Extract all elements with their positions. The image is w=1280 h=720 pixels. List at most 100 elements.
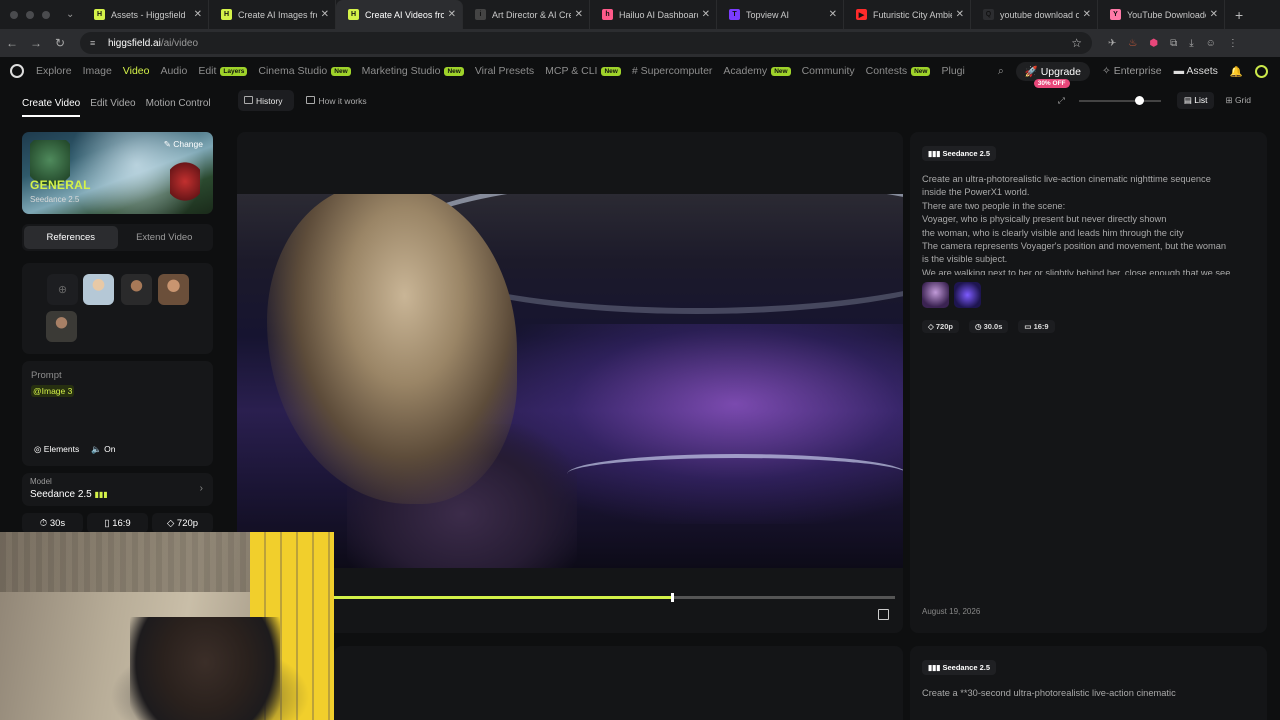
resolution-value: 720p — [176, 517, 199, 529]
tab-list-chevron-icon[interactable]: ⌄ — [66, 9, 76, 20]
references-tab[interactable]: References — [24, 226, 118, 249]
add-reference-button[interactable]: ⊕ — [47, 274, 78, 305]
browser-tab[interactable]: i Art Director & AI Cre ✕ — [463, 0, 590, 29]
reload-icon[interactable]: ↻ — [48, 36, 72, 50]
browser-tab[interactable]: Qyoutube download o ✕ — [971, 0, 1098, 29]
search-icon[interactable]: ⌕ — [998, 65, 1004, 78]
tab-title: Topview AI — [746, 9, 790, 20]
prompt-box[interactable]: Prompt @Image 3 ◎ Elements 🔈 On — [22, 361, 213, 466]
video-progress-bar[interactable] — [334, 593, 895, 602]
change-button[interactable]: ✎ Change — [164, 139, 203, 150]
url-field[interactable]: ≡ higgsfield.ai/ai/video ☆ — [80, 32, 1092, 54]
tab-close-icon[interactable]: ✕ — [1083, 9, 1091, 20]
tab-favicon-icon: ▶ — [856, 9, 867, 20]
assets-link[interactable]: ▬ Assets — [1174, 65, 1218, 77]
nav-viral-presets[interactable]: Viral Presets — [475, 65, 534, 77]
download-icon[interactable]: ⤓ — [1189, 38, 1193, 49]
tab-close-icon[interactable]: ✕ — [448, 9, 456, 20]
nav-academy[interactable]: Academy New — [723, 65, 791, 77]
tab-close-icon[interactable]: ✕ — [702, 9, 710, 20]
higgsfield-logo[interactable] — [10, 64, 24, 78]
puzzle-extension-icon[interactable]: ⧉ — [1170, 38, 1177, 49]
model-selector[interactable]: Model Seedance 2.5 ▮▮▮ › — [22, 473, 213, 506]
flame-extension-icon[interactable]: ♨ — [1128, 38, 1137, 49]
reference-image-4[interactable] — [46, 311, 77, 342]
browser-tab[interactable]: H Create AI Videos fron ✕ — [336, 0, 463, 29]
reference-image-3[interactable] — [158, 274, 189, 305]
browser-tab[interactable]: ▶ Futuristic City Ambie ✕ — [844, 0, 971, 29]
nav-badge: Layers — [220, 66, 248, 76]
shield-extension-icon[interactable]: ⬢ — [1149, 38, 1158, 49]
model-label: Model — [30, 477, 52, 486]
fullscreen-icon[interactable] — [878, 609, 889, 620]
aspect-select[interactable]: ▯ 16:9 — [87, 513, 148, 533]
browser-tab[interactable]: h Hailuo AI Dashboard ✕ — [590, 0, 717, 29]
progress-scrubber[interactable] — [670, 593, 674, 602]
rocket-extension-icon[interactable]: ✈ — [1108, 38, 1116, 49]
tab-motion-control[interactable]: Motion Control — [146, 98, 211, 117]
nav-label: Explore — [36, 65, 72, 77]
signal-icon: ▮▮▮ — [94, 490, 108, 499]
nav-marketing-studio[interactable]: Marketing Studio New — [362, 65, 464, 77]
back-icon[interactable]: ← — [0, 36, 24, 50]
audio-toggle[interactable]: 🔈 On — [91, 444, 115, 455]
site-info-icon[interactable]: ≡ — [90, 38, 100, 48]
tab-close-icon[interactable]: ✕ — [1210, 9, 1218, 20]
grid-view-button[interactable]: ⊞ Grid — [1218, 92, 1258, 109]
nav-mcp-cli[interactable]: MCP & CLI New — [545, 65, 621, 77]
tab-close-icon[interactable]: ✕ — [829, 9, 837, 20]
nav-image[interactable]: Image — [83, 65, 112, 77]
ref-thumb-2[interactable] — [954, 282, 981, 308]
nav-community[interactable]: Community — [802, 65, 855, 77]
spec-duration: ◷ 30.0s — [968, 320, 1009, 333]
nav-contests[interactable]: Contests New — [866, 65, 931, 77]
spec-aspect-value: 16:9 — [1033, 322, 1049, 331]
new-tab-icon[interactable]: + — [1235, 7, 1243, 23]
tab-close-icon[interactable]: ✕ — [194, 9, 202, 20]
window-controls[interactable] — [0, 10, 70, 19]
how-it-works-button[interactable]: How it works — [300, 90, 378, 111]
tab-close-icon[interactable]: ✕ — [575, 9, 583, 20]
browser-tab[interactable]: Y YouTube Downloader ✕ — [1098, 0, 1225, 29]
nav-audio[interactable]: Audio — [160, 65, 187, 77]
resolution-select[interactable]: ◇ 720p — [152, 513, 213, 533]
list-view-button[interactable]: ▤ List — [1176, 92, 1215, 109]
bookmark-star-icon[interactable]: ☆ — [1071, 36, 1082, 50]
browser-tab[interactable]: T Topview AI ✕ — [717, 0, 844, 29]
video-player[interactable] — [237, 194, 903, 568]
notifications-icon[interactable]: 🔔 — [1230, 65, 1243, 78]
preset-card[interactable]: ✎ Change GENERAL Seedance 2.5 — [22, 132, 213, 214]
nav-plugi[interactable]: Plugi — [941, 65, 964, 77]
browser-tab[interactable]: H Create AI Images fro ✕ — [209, 0, 336, 29]
zoom-slider-knob[interactable] — [1134, 95, 1144, 105]
extend-video-tab[interactable]: Extend Video — [118, 226, 212, 249]
elements-toggle[interactable]: ◎ Elements — [34, 444, 79, 455]
nav-video[interactable]: Video — [123, 65, 150, 77]
user-avatar[interactable] — [1255, 64, 1268, 78]
nav-edit[interactable]: Edit Layers — [198, 65, 248, 77]
nav-supercomputer[interactable]: # Supercomputer — [632, 65, 713, 77]
menu-dots-icon[interactable]: ⋮ — [1228, 38, 1238, 49]
reference-image-1[interactable] — [83, 274, 114, 305]
nav-cinema-studio[interactable]: Cinema Studio New — [258, 65, 351, 77]
tab-edit-video[interactable]: Edit Video — [90, 98, 135, 117]
upgrade-label: Upgrade — [1040, 65, 1081, 78]
enterprise-link[interactable]: ✧ Enterprise — [1102, 65, 1162, 77]
tab-title: Futuristic City Ambie — [873, 9, 952, 20]
zoom-slider[interactable] — [1078, 95, 1161, 105]
nav-explore[interactable]: Explore — [36, 65, 72, 77]
prompt-text: Create an ultra-photorealistic live-acti… — [922, 173, 1257, 275]
expand-icon[interactable]: ⤢ — [1058, 95, 1065, 106]
history-button[interactable]: History — [238, 90, 295, 111]
upgrade-button[interactable]: 🚀 Upgrade 30% OFF — [1015, 61, 1090, 88]
tab-create-video[interactable]: Create Video — [22, 98, 81, 117]
tab-close-icon[interactable]: ✕ — [321, 9, 329, 20]
ref-thumb-1[interactable] — [922, 282, 949, 308]
forward-icon[interactable]: → — [24, 36, 48, 50]
duration-select[interactable]: ⏱ 30s — [22, 513, 83, 533]
prompt-mention[interactable]: @Image 3 — [31, 385, 75, 397]
tab-close-icon[interactable]: ✕ — [956, 9, 964, 20]
browser-tab[interactable]: H Assets - Higgsfield ✕ — [82, 0, 209, 29]
reference-image-2[interactable] — [121, 274, 152, 305]
profile-icon[interactable]: ☺ — [1206, 38, 1216, 49]
